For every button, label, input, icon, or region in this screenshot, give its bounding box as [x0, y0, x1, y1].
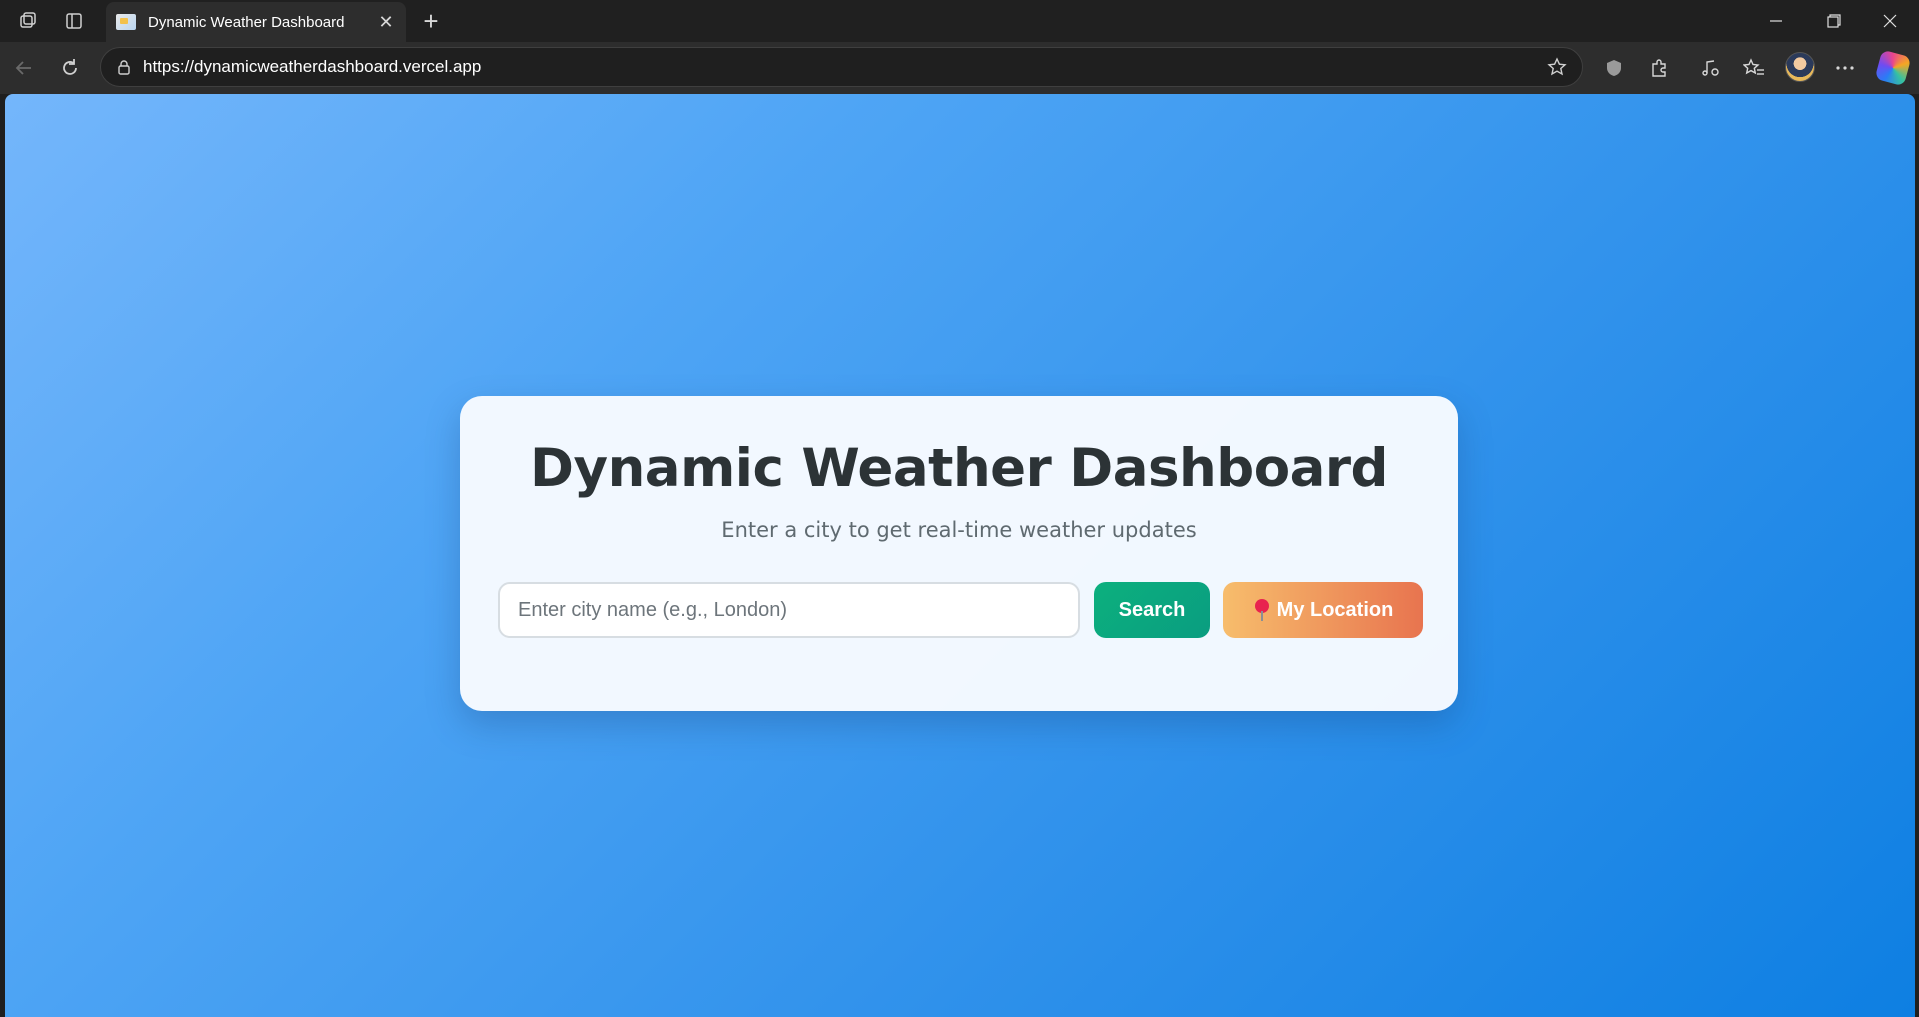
- shield-icon[interactable]: [1598, 52, 1630, 84]
- browser-toolbar: https://dynamicweatherdashboard.vercel.a…: [0, 42, 1919, 94]
- workspaces-icon[interactable]: [10, 3, 46, 39]
- back-arrow-icon[interactable]: [8, 52, 40, 84]
- minimize-icon[interactable]: [1747, 0, 1805, 42]
- close-tab-icon[interactable]: ✕: [376, 12, 396, 33]
- more-options-icon[interactable]: [1829, 52, 1861, 84]
- tab-title: Dynamic Weather Dashboard: [148, 13, 345, 31]
- url-text[interactable]: https://dynamicweatherdashboard.vercel.a…: [143, 57, 1542, 77]
- search-card: Dynamic Weather Dashboard Enter a city t…: [460, 396, 1458, 711]
- vertical-tabs-icon[interactable]: [56, 3, 92, 39]
- favorite-star-icon[interactable]: [1542, 52, 1572, 82]
- address-bar[interactable]: https://dynamicweatherdashboard.vercel.a…: [100, 47, 1583, 87]
- my-location-button[interactable]: My Location: [1223, 582, 1423, 638]
- refresh-icon[interactable]: [54, 52, 86, 84]
- restore-icon[interactable]: [1805, 0, 1863, 42]
- copilot-icon[interactable]: [1874, 49, 1912, 87]
- page-viewport: Dynamic Weather Dashboard Enter a city t…: [5, 94, 1915, 1017]
- media-control-icon[interactable]: [1694, 52, 1726, 84]
- city-search-input[interactable]: [498, 582, 1080, 638]
- site-favicon-icon: [116, 14, 136, 30]
- search-button[interactable]: Search: [1094, 582, 1210, 638]
- lock-icon[interactable]: [115, 58, 133, 76]
- new-tab-icon[interactable]: +: [414, 4, 448, 38]
- profile-avatar[interactable]: [1785, 52, 1815, 82]
- favorites-icon[interactable]: [1738, 52, 1770, 84]
- page-subtitle: Enter a city to get real-time weather up…: [721, 518, 1197, 542]
- close-window-icon[interactable]: [1861, 0, 1919, 42]
- extensions-icon[interactable]: [1643, 52, 1675, 84]
- active-tab[interactable]: Dynamic Weather Dashboard ✕: [106, 2, 406, 42]
- page-title: Dynamic Weather Dashboard: [530, 438, 1388, 499]
- my-location-label: My Location: [1276, 598, 1394, 621]
- pin-icon: [1253, 598, 1271, 622]
